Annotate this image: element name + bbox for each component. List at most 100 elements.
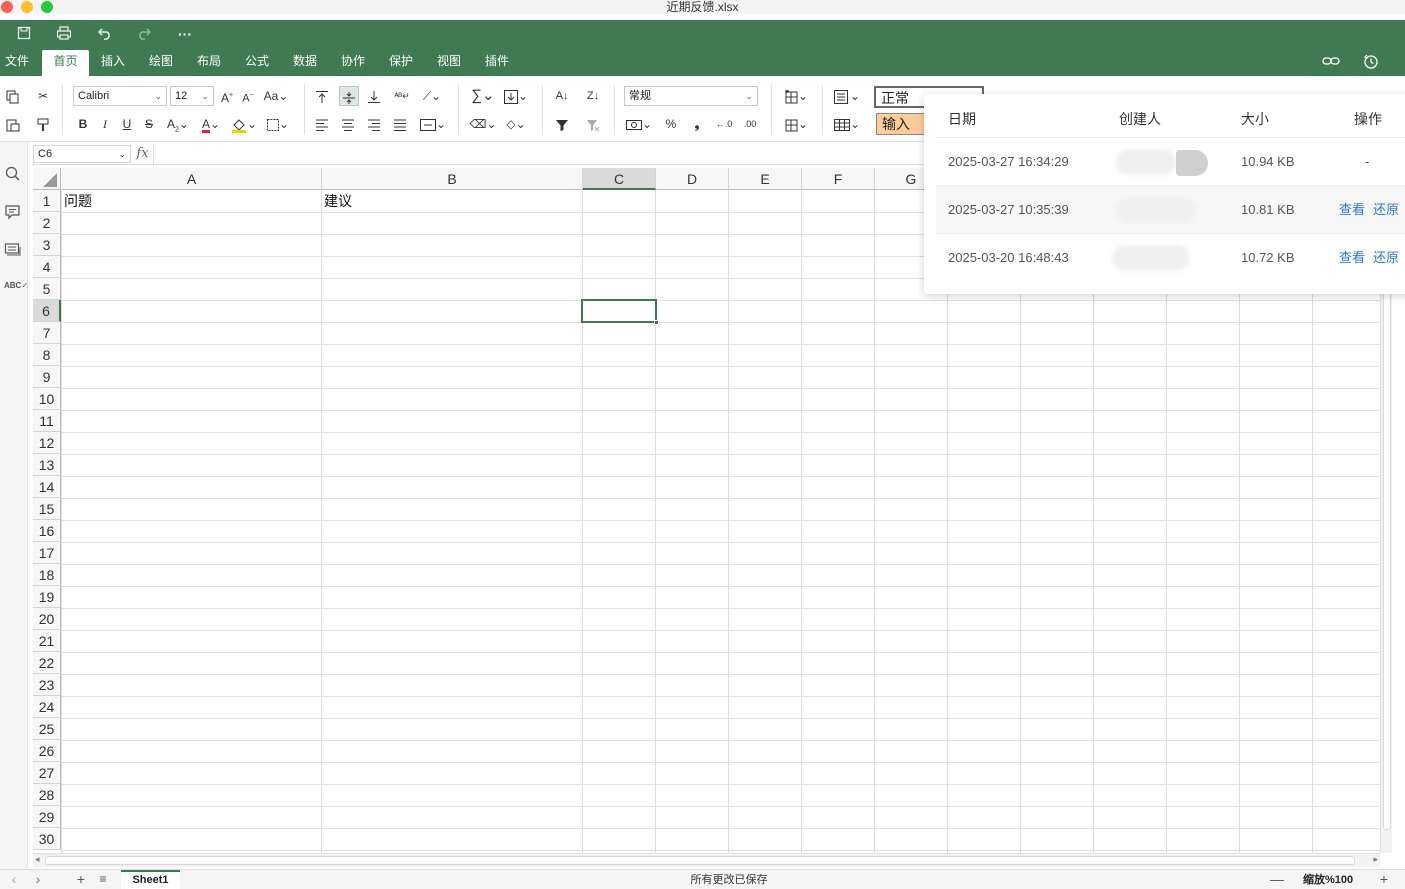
strikethrough-button[interactable]: S (142, 114, 156, 134)
search-icon[interactable] (4, 165, 24, 183)
redo-icon[interactable] (134, 26, 154, 42)
clear-filter-icon[interactable] (583, 114, 603, 134)
delete-cells-icon[interactable]: ⌄ (781, 114, 811, 134)
row-header[interactable]: 18 (33, 564, 61, 586)
undo-icon[interactable] (95, 26, 115, 42)
row-header[interactable]: 10 (33, 388, 61, 410)
decrease-font-icon[interactable]: A− (240, 86, 256, 106)
zoom-out-button[interactable]: — (1269, 870, 1285, 889)
menu-insert[interactable]: 插入 (96, 50, 130, 76)
menu-plugins[interactable]: 插件 (480, 50, 514, 76)
row-header[interactable]: 6 (33, 300, 61, 322)
font-color-icon[interactable]: A⌄ (197, 114, 225, 134)
menu-data[interactable]: 数据 (288, 50, 322, 76)
row-header[interactable]: 2 (33, 212, 61, 234)
history-row[interactable]: 2025-03-27 16:34:29 10.94 KB - (936, 138, 1405, 186)
cut-icon[interactable]: ✂ (34, 86, 52, 106)
comments-icon[interactable] (4, 203, 24, 221)
save-icon[interactable] (14, 26, 34, 42)
format-as-table-icon[interactable]: ⌄ (832, 114, 862, 134)
row-header[interactable]: 24 (33, 696, 61, 718)
restore-version-link[interactable]: 还原 (1373, 201, 1399, 219)
italic-button[interactable]: I (98, 114, 112, 134)
horizontal-scrollbar[interactable]: ◂ ▸ (33, 853, 1380, 867)
zoom-in-button[interactable]: + (1376, 870, 1392, 889)
sort-descending-icon[interactable]: Z↓ (583, 86, 603, 106)
cell-a1[interactable]: 问题 (62, 190, 320, 212)
align-middle-icon[interactable] (339, 86, 359, 106)
increase-font-icon[interactable]: A+ (219, 86, 235, 106)
row-header[interactable]: 7 (33, 322, 61, 344)
menu-file[interactable]: 文件 (0, 50, 34, 76)
row-header[interactable]: 16 (33, 520, 61, 542)
increase-decimal-icon[interactable]: .00 (739, 114, 761, 134)
conditional-format-icon[interactable]: ⌄ (832, 86, 862, 106)
row-header[interactable]: 4 (33, 256, 61, 278)
row-header[interactable]: 19 (33, 586, 61, 608)
row-header[interactable]: 14 (33, 476, 61, 498)
align-center-icon[interactable] (339, 114, 357, 134)
align-bottom-icon[interactable] (365, 86, 383, 106)
filter-icon[interactable] (552, 114, 572, 134)
currency-icon[interactable]: ⌄ (624, 114, 654, 134)
selected-cell-c6[interactable] (581, 299, 659, 325)
column-header-c[interactable]: C (583, 168, 656, 190)
row-header[interactable]: 30 (33, 828, 61, 850)
comma-style-button[interactable]: ❟ (688, 114, 706, 134)
view-version-link[interactable]: 查看 (1339, 201, 1365, 219)
fill-handle[interactable] (654, 320, 659, 325)
row-header[interactable]: 13 (33, 454, 61, 476)
restore-version-link[interactable]: 还原 (1373, 249, 1399, 267)
clear-format-icon[interactable]: ⌫⌄ (468, 114, 498, 134)
scroll-left-icon[interactable]: ◂ (35, 854, 40, 865)
history-icon[interactable] (1361, 52, 1381, 70)
format-painter-icon[interactable] (34, 114, 52, 134)
menu-home[interactable]: 首页 (42, 50, 89, 76)
wrap-text-icon[interactable]: ᴬᴮ↵ (392, 86, 412, 106)
row-header[interactable]: 27 (33, 762, 61, 784)
text-orientation-icon[interactable]: ⟋⌄ (418, 86, 446, 106)
column-header-b[interactable]: B (322, 168, 583, 190)
row-header[interactable]: 26 (33, 740, 61, 762)
underline-button[interactable]: U (120, 114, 134, 134)
align-left-icon[interactable] (313, 114, 331, 134)
decrease-decimal-icon[interactable]: ←.0 (713, 114, 735, 134)
font-name-select[interactable]: Calibri ⌄ (73, 86, 167, 106)
column-header-a[interactable]: A (62, 168, 322, 190)
font-size-select[interactable]: 12 ⌄ (170, 86, 214, 106)
history-row[interactable]: 2025-03-20 16:48:43 10.72 KB 查看 还原 (936, 234, 1405, 282)
row-header[interactable]: 22 (33, 652, 61, 674)
autosum-icon[interactable]: ∑⌄ (468, 86, 498, 106)
row-header[interactable]: 21 (33, 630, 61, 652)
fill-icon[interactable]: ⌄ (501, 86, 531, 106)
borders-icon[interactable]: ⌄ (264, 114, 292, 134)
column-header-e[interactable]: E (729, 168, 802, 190)
row-header[interactable]: 17 (33, 542, 61, 564)
scroll-right-icon[interactable]: ▸ (1373, 854, 1378, 865)
merge-cells-icon[interactable]: ⌄ (418, 114, 448, 134)
row-header[interactable]: 15 (33, 498, 61, 520)
more-icon[interactable]: ··· (175, 26, 195, 42)
eraser-icon[interactable]: ◇⌄ (501, 114, 531, 134)
menu-formula[interactable]: 公式 (240, 50, 274, 76)
row-header[interactable]: 11 (33, 410, 61, 432)
menu-collaborate[interactable]: 协作 (336, 50, 370, 76)
row-header[interactable]: 5 (33, 278, 61, 300)
paste-icon[interactable] (4, 114, 22, 134)
insert-cells-icon[interactable]: ⌄ (781, 86, 811, 106)
horizontal-scroll-thumb[interactable] (45, 856, 1355, 865)
row-header[interactable]: 23 (33, 674, 61, 696)
row-header[interactable]: 20 (33, 608, 61, 630)
row-header[interactable]: 25 (33, 718, 61, 740)
view-version-link[interactable]: 查看 (1339, 249, 1365, 267)
menu-layout[interactable]: 布局 (192, 50, 226, 76)
menu-protect[interactable]: 保护 (384, 50, 418, 76)
zoom-label[interactable]: 缩放%100 (1303, 873, 1353, 887)
menu-draw[interactable]: 绘图 (144, 50, 178, 76)
number-format-select[interactable]: 常规 ⌄ (624, 86, 758, 106)
align-top-icon[interactable] (313, 86, 331, 106)
column-header-d[interactable]: D (656, 168, 729, 190)
align-right-icon[interactable] (365, 114, 383, 134)
subscript-icon[interactable]: A2⌄ (164, 114, 192, 134)
row-header[interactable]: 1 (33, 190, 61, 212)
